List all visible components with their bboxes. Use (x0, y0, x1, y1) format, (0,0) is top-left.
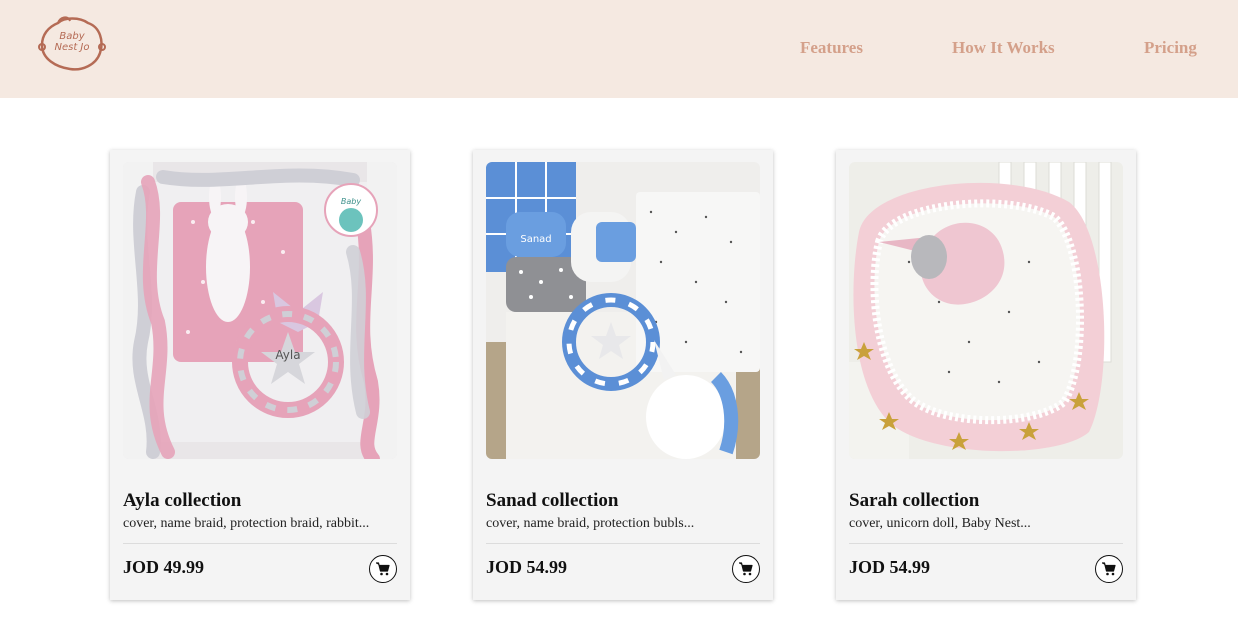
product-price: JOD 54.99 (486, 557, 567, 577)
brand-logo[interactable]: Baby Nest Jo (38, 15, 106, 71)
logo-text-line2: Nest Jo (54, 42, 90, 53)
product-description: cover, unicorn doll, Baby Nest... (849, 516, 1031, 531)
product-title: Ayla collection (123, 490, 242, 511)
product-description: cover, name braid, protection braid, rab… (123, 516, 370, 531)
cart-icon (376, 562, 390, 576)
nav-link-pricing[interactable]: Pricing (1144, 38, 1197, 58)
card-divider (123, 543, 397, 544)
product-title: Sarah collection (849, 490, 980, 511)
product-image[interactable]: Sanad (486, 162, 760, 459)
cart-icon (739, 562, 753, 576)
product-title: Sanad collection (486, 490, 619, 511)
svg-text:Ayla: Ayla (275, 348, 300, 362)
add-to-cart-button[interactable] (732, 555, 760, 583)
svg-text:Sanad: Sanad (520, 234, 551, 245)
card-divider (849, 543, 1123, 544)
svg-text:Baby: Baby (341, 197, 361, 206)
logo-text: Baby Nest Jo (38, 31, 106, 53)
nav-link-features[interactable]: Features (800, 38, 863, 58)
product-card[interactable]: Sarah collection cover, unicorn doll, Ba… (836, 150, 1136, 600)
product-price: JOD 54.99 (849, 557, 930, 577)
product-image[interactable] (849, 162, 1123, 459)
cart-icon (1102, 562, 1116, 576)
add-to-cart-button[interactable] (1095, 555, 1123, 583)
add-to-cart-button[interactable] (369, 555, 397, 583)
product-description: cover, name braid, protection bubls... (486, 516, 695, 531)
product-card[interactable]: Ayla Baby Ayla collection cover, name br… (110, 150, 410, 600)
site-header: Baby Nest Jo Features How It Works Prici… (0, 0, 1238, 98)
logo-text-line1: Baby (59, 31, 85, 42)
nav-link-how-it-works[interactable]: How It Works (952, 38, 1055, 58)
product-card[interactable]: Sanad Sanad collection cover, name braid… (473, 150, 773, 600)
card-divider (486, 543, 760, 544)
product-image[interactable]: Ayla Baby (123, 162, 397, 459)
product-price: JOD 49.99 (123, 557, 204, 577)
